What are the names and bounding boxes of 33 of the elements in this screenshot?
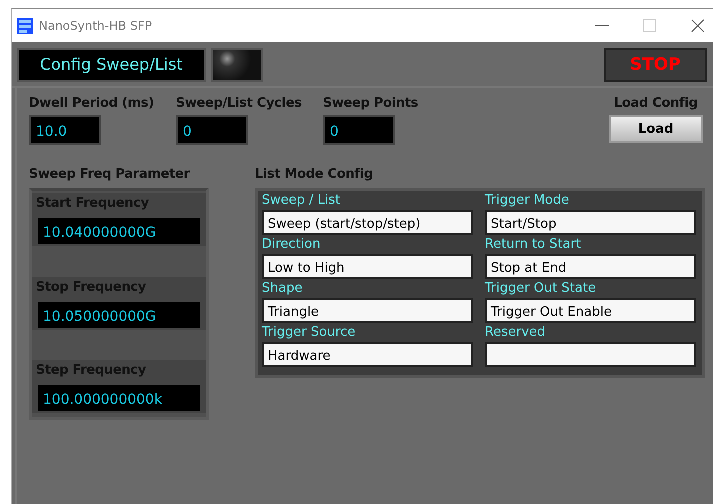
field-label: Return to Start (485, 237, 582, 252)
numeric-field[interactable]: 0 (323, 115, 395, 145)
field-label: Dwell Period (ms) (29, 96, 156, 111)
numeric-field[interactable]: 10.050000000G (36, 300, 202, 330)
dropdown-field[interactable]: Stop at End (485, 254, 696, 279)
field-label: Shape (262, 281, 304, 296)
dropdown-field[interactable]: Low to High (262, 254, 473, 279)
app-logo-icon (17, 18, 33, 34)
dropdown-field[interactable]: Sweep (start/stop/step) (262, 210, 473, 235)
field-label: Direction (262, 237, 322, 252)
field-label: Sweep / List (262, 193, 342, 208)
dropdown-field[interactable] (485, 342, 696, 367)
field-label: Trigger Source (262, 325, 357, 340)
field-label: Sweep Points (323, 96, 418, 111)
numeric-field[interactable]: 10.0 (29, 115, 101, 145)
field-label: Sweep/List Cycles (176, 96, 303, 111)
dropdown-field[interactable]: Hardware (262, 342, 473, 367)
numeric-field[interactable]: 0 (176, 115, 248, 145)
dropdown-field[interactable]: Triangle (262, 298, 473, 323)
field-label: Reserved (485, 325, 547, 340)
dropdown-field[interactable]: Trigger Out Enable (485, 298, 696, 323)
load-button[interactable]: Load (609, 115, 703, 143)
numeric-field[interactable]: 10.040000000G (36, 216, 202, 246)
dropdown-field[interactable]: Start/Stop (485, 210, 696, 235)
field-label: Trigger Out State (485, 281, 598, 296)
field-label: Load Config (614, 96, 698, 111)
window-title: NanoSynth-HB SFP (39, 18, 152, 32)
field-label: Trigger Mode (485, 193, 570, 208)
numeric-field[interactable]: 100.000000000k (36, 383, 202, 413)
close-icon[interactable] (691, 18, 705, 32)
mode-title-display: Config Sweep/List (17, 48, 206, 82)
section-title: Sweep Freq Parameter (29, 167, 192, 182)
section-title: List Mode Config (255, 167, 374, 182)
